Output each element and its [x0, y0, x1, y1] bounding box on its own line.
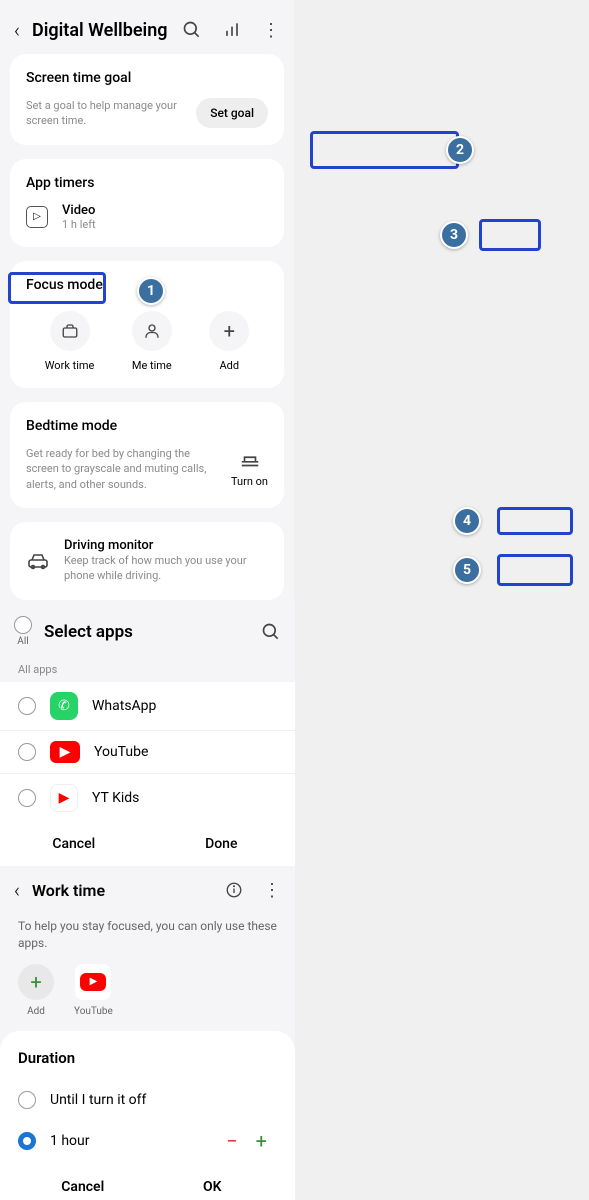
add-label: Add [27, 1006, 45, 1017]
page-title: Digital Wellbeing [32, 20, 170, 41]
minus-button[interactable]: − [226, 1129, 237, 1153]
annotation-4: 4 [453, 507, 481, 535]
duration-opt1: Until I turn it off [50, 1092, 277, 1108]
annotation-box-3 [479, 219, 541, 251]
select-header: All Select apps [0, 600, 295, 657]
radio-icon [14, 616, 32, 634]
plus-icon: + [18, 964, 54, 1000]
select-all[interactable]: All [14, 616, 32, 647]
back-icon[interactable]: ‹ [14, 18, 20, 42]
search-icon[interactable] [182, 20, 202, 40]
screen-time-title: Screen time goal [26, 70, 268, 86]
search-icon[interactable] [261, 622, 281, 642]
bedtime-card: Bedtime mode Get ready for bed by changi… [10, 402, 284, 508]
bed-icon [239, 449, 261, 471]
car-icon [26, 549, 50, 573]
back-icon[interactable]: ‹ [14, 878, 20, 902]
cancel-button[interactable]: Cancel [18, 1179, 148, 1195]
plus-button[interactable]: + [256, 1129, 267, 1153]
radio-icon [18, 1091, 36, 1109]
focus-me-time[interactable]: Me time [132, 311, 172, 372]
focus-mode-card: Focus mode Work time Me time + Add [10, 261, 284, 388]
duration-title: Duration [18, 1049, 277, 1067]
cancel-button[interactable]: Cancel [0, 836, 148, 852]
whatsapp-icon: ✆ [50, 692, 78, 720]
screen-time-desc: Set a goal to help manage your screen ti… [26, 98, 186, 129]
timer-name: Video [62, 203, 96, 218]
ytkids-icon: ▶ [50, 784, 78, 812]
main-header: ‹ Digital Wellbeing ⋮ [0, 0, 294, 54]
annotation-2: 2 [446, 136, 474, 164]
work-add-app[interactable]: + Add [18, 964, 54, 1017]
app-row-youtube[interactable]: ▶ YouTube [0, 731, 295, 774]
yt-label: YouTube [74, 1006, 113, 1017]
app-row-ytkids[interactable]: ▶ YT Kids [0, 774, 295, 822]
annotation-box-5 [497, 554, 573, 586]
work-header: ‹ Work time ⋮ [0, 866, 295, 914]
app-name: WhatsApp [92, 698, 156, 714]
bedtime-desc: Get ready for bed by changing the screen… [26, 446, 219, 492]
app-name: YouTube [94, 744, 148, 760]
video-icon: ▷ [26, 206, 48, 228]
info-icon[interactable] [225, 881, 243, 899]
radio-checked-icon [18, 1132, 36, 1150]
focus-add-label: Add [219, 359, 239, 372]
duration-option-1hour[interactable]: 1 hour − + [18, 1117, 277, 1165]
driving-card[interactable]: Driving monitor Keep track of how much y… [10, 522, 284, 600]
turn-on-button[interactable]: Turn on [231, 449, 268, 488]
plus-icon: + [224, 319, 235, 343]
all-label: All [17, 636, 28, 647]
work-desc: To help you stay focused, you can only u… [0, 914, 295, 964]
turn-on-label: Turn on [231, 475, 268, 488]
driving-desc: Keep track of how much you use your phon… [64, 553, 268, 584]
annotation-3: 3 [440, 221, 468, 249]
person-icon [143, 322, 161, 340]
duration-stepper: − + [216, 1125, 277, 1157]
focus-me-label: Me time [132, 359, 172, 372]
radio-icon [18, 743, 36, 761]
annotation-box-2 [310, 131, 459, 169]
set-goal-button[interactable]: Set goal [196, 98, 268, 128]
duration-option-until-off[interactable]: Until I turn it off [18, 1083, 277, 1117]
timer-sub: 1 h left [62, 218, 96, 231]
app-timers-title: App timers [26, 175, 268, 191]
work-title: Work time [32, 881, 213, 900]
stats-icon[interactable] [222, 20, 242, 40]
ok-button[interactable]: OK [148, 1179, 278, 1195]
app-row-whatsapp[interactable]: ✆ WhatsApp [0, 682, 295, 731]
app-name: YT Kids [92, 790, 139, 806]
focus-mode-title: Focus mode [26, 277, 268, 293]
radio-icon [18, 697, 36, 715]
annotation-5: 5 [453, 556, 481, 584]
app-timers-card[interactable]: App timers ▷ Video 1 h left [10, 159, 284, 247]
annotation-box-4 [497, 507, 573, 535]
briefcase-icon [61, 322, 79, 340]
more-icon[interactable]: ⋮ [263, 880, 281, 901]
focus-add[interactable]: + Add [209, 311, 249, 372]
section-label: All apps [0, 657, 295, 682]
bedtime-title: Bedtime mode [26, 418, 268, 434]
driving-title: Driving monitor [64, 538, 268, 553]
select-title: Select apps [44, 622, 249, 642]
done-button[interactable]: Done [148, 836, 296, 852]
youtube-icon: ▶ [80, 973, 106, 991]
screen-time-card: Screen time goal Set a goal to help mana… [10, 54, 284, 145]
duration-card: Duration Until I turn it off 1 hour − + … [0, 1031, 295, 1200]
youtube-icon: ▶ [50, 741, 80, 763]
work-app-youtube[interactable]: ▶ YouTube [74, 964, 113, 1017]
focus-work-time[interactable]: Work time [45, 311, 95, 372]
duration-opt2: 1 hour [50, 1133, 202, 1149]
focus-work-label: Work time [45, 359, 95, 372]
more-icon[interactable]: ⋮ [262, 20, 280, 41]
radio-icon [18, 789, 36, 807]
